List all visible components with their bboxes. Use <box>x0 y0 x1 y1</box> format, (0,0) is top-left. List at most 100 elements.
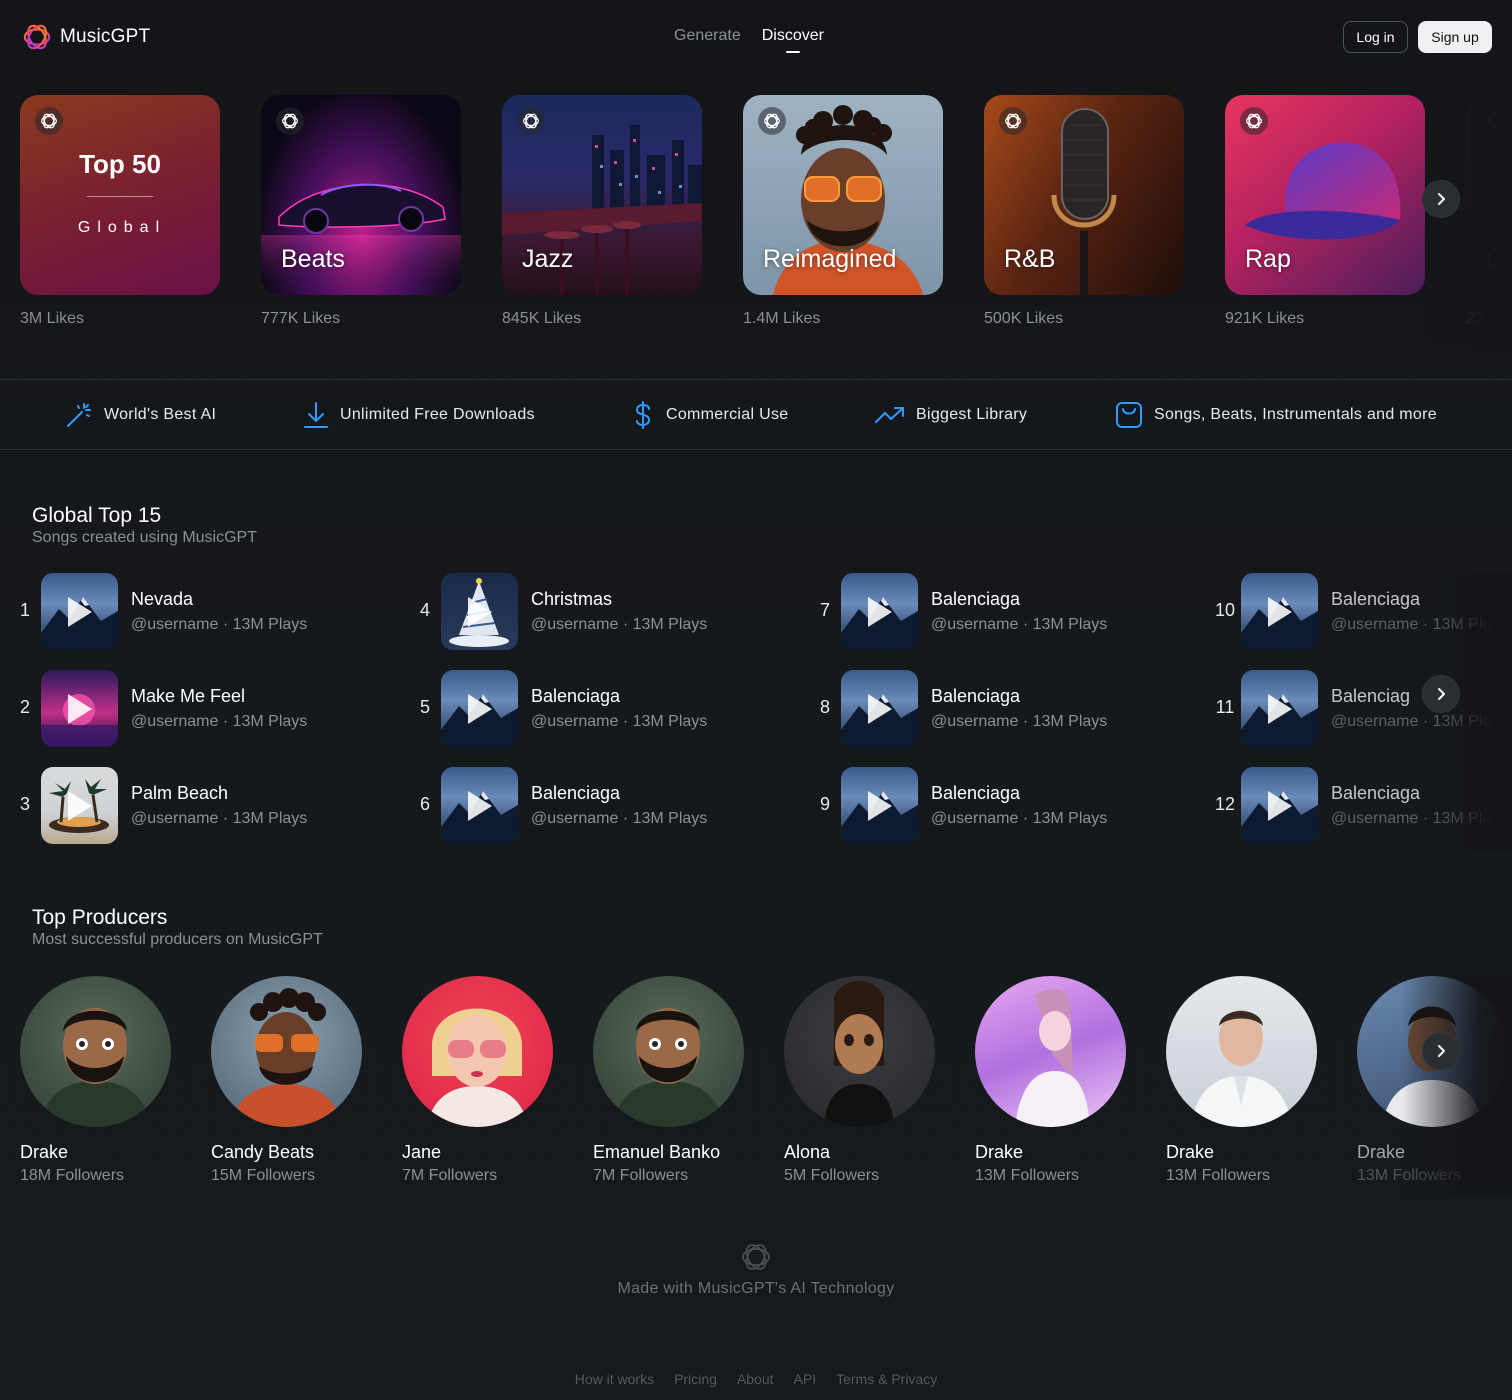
play-icon[interactable] <box>1268 791 1292 821</box>
song-thumbnail <box>41 573 118 650</box>
song-row[interactable]: 9 Balenciaga @username · 13M Plays <box>810 767 1200 845</box>
playlist-subtitle: Global <box>77 219 167 236</box>
playlist-cover: Cl <box>1466 95 1512 295</box>
musicgpt-badge-icon <box>999 107 1027 135</box>
playlist-title: R&B <box>1004 245 1056 273</box>
play-icon[interactable] <box>68 597 92 627</box>
song-thumbnail <box>1241 670 1318 747</box>
song-title: Nevada <box>131 589 194 609</box>
playlist-likes: 777K Likes <box>261 310 341 327</box>
song-row[interactable]: 10 Balenciaga @username · 13M Pla <box>1210 573 1512 651</box>
nav-discover[interactable]: Discover <box>762 27 824 45</box>
song-row[interactable]: 6 Balenciaga @username · 13M Plays <box>410 767 800 845</box>
producer-card[interactable]: Jane 7M Followers <box>402 976 572 1184</box>
musicgpt-badge-icon <box>276 107 304 135</box>
song-row[interactable]: 12 Balenciaga @username · 13M Pla <box>1210 767 1512 845</box>
footer-link-how-it-works[interactable]: How it works <box>575 1371 654 1387</box>
song-row[interactable]: 3 Palm Beach @username · 13M Plays <box>10 767 400 845</box>
producer-followers: 5M Followers <box>784 1167 880 1184</box>
producer-card[interactable]: Drake 13M Followers <box>975 976 1145 1184</box>
playlist-card-partial[interactable]: Cl 234K <box>1466 95 1512 327</box>
musicgpt-badge-icon <box>1240 107 1268 135</box>
song-row[interactable]: 11 Balenciag @username · 13M Pla <box>1210 670 1512 748</box>
producer-portrait-image <box>427 1008 528 1127</box>
play-icon[interactable] <box>1268 597 1292 627</box>
playlist-card-top50[interactable]: Top 50 Global 3M Likes <box>20 95 220 327</box>
carousel-next-button[interactable] <box>1422 180 1460 218</box>
playlist-likes: 845K Likes <box>502 310 582 327</box>
song-meta: @username · 13M Plays <box>531 616 708 633</box>
musicgpt-footer-logo-icon <box>742 1244 770 1270</box>
song-thumbnail <box>441 767 518 844</box>
producer-card[interactable]: Drake 13M Followers <box>1166 976 1336 1184</box>
producer-portrait-image <box>231 988 342 1127</box>
producers-next-button[interactable] <box>1422 1032 1460 1070</box>
avatar <box>211 976 362 1127</box>
playlist-title: Reimagined <box>763 245 897 273</box>
playlist-title: Rap <box>1245 245 1291 273</box>
feature-bar: World's Best AI Unlimited Free Downloads… <box>0 379 1512 450</box>
play-icon[interactable] <box>68 694 92 724</box>
playlist-likes: 500K Likes <box>984 310 1064 327</box>
producer-card[interactable]: Drake 18M Followers <box>20 976 190 1184</box>
song-row[interactable]: 5 Balenciaga @username · 13M Plays <box>410 670 800 748</box>
song-thumbnail <box>441 670 518 747</box>
producer-card[interactable]: Emanuel Banko 7M Followers <box>593 976 763 1184</box>
main-nav: Generate Discover <box>674 27 824 45</box>
footer-link-pricing[interactable]: Pricing <box>674 1371 717 1387</box>
song-row[interactable]: 2 Make Me Feel @username · 13M Plays <box>10 670 400 748</box>
song-title: Palm Beach <box>131 783 229 803</box>
playlist-card-reimagined[interactable]: Reimagined 1.4M Likes <box>743 95 943 327</box>
playlist-carousel: Top 50 Global 3M Likes Beats 777K Likes <box>20 95 1512 345</box>
footer-tagline: Made with MusicGPT's AI Technology <box>617 1280 895 1297</box>
song-row[interactable]: 4 Christmas @username · 13M Plays <box>410 573 800 651</box>
song-row[interactable]: 1 Nevada @username · 13M Plays <box>10 573 400 651</box>
download-icon <box>304 402 328 428</box>
footer-link-terms[interactable]: Terms & Privacy <box>836 1371 937 1387</box>
musicgpt-badge-icon <box>758 107 786 135</box>
song-row[interactable]: 7 Balenciaga @username · 13M Plays <box>810 573 1200 651</box>
shopping-bag-icon <box>1116 402 1142 428</box>
song-title: Balenciaga <box>531 783 621 803</box>
playlist-card-rnb[interactable]: R&B 500K Likes <box>984 95 1184 327</box>
song-rank: 12 <box>1214 794 1236 814</box>
signup-button[interactable]: Sign up <box>1418 21 1492 53</box>
play-icon[interactable] <box>468 597 492 627</box>
play-icon[interactable] <box>1268 694 1292 724</box>
songs-next-button[interactable] <box>1422 675 1460 713</box>
feature-label: Biggest Library <box>916 406 1028 423</box>
playlist-card-jazz[interactable]: Jazz 845K Likes <box>502 95 702 327</box>
feature-library: Biggest Library <box>874 380 1027 450</box>
login-button[interactable]: Log in <box>1343 21 1408 53</box>
nav-generate[interactable]: Generate <box>674 27 741 45</box>
producer-followers: 15M Followers <box>211 1167 316 1184</box>
dollar-icon <box>635 401 651 429</box>
song-rank: 9 <box>819 794 830 814</box>
playlist-cover: Jazz <box>502 95 702 295</box>
musicgpt-badge-icon <box>1481 107 1509 135</box>
producer-card[interactable]: Candy Beats 15M Followers <box>211 976 381 1184</box>
playlist-card-beats[interactable]: Beats 777K Likes <box>261 95 461 327</box>
playlist-card-rap[interactable]: Rap 921K Likes <box>1225 95 1425 327</box>
song-meta: @username · 13M Pla <box>1331 810 1492 827</box>
song-thumbnail <box>841 670 918 747</box>
footer-link-about[interactable]: About <box>737 1371 774 1387</box>
play-icon[interactable] <box>468 791 492 821</box>
chevron-right-icon <box>1438 1045 1445 1057</box>
play-icon[interactable] <box>868 694 892 724</box>
producer-followers: 13M Followers <box>975 1167 1080 1184</box>
play-icon[interactable] <box>868 791 892 821</box>
feature-label: Songs, Beats, Instrumentals and more <box>1154 406 1437 423</box>
producer-portrait-image <box>40 1008 151 1127</box>
song-row[interactable]: 8 Balenciaga @username · 13M Plays <box>810 670 1200 748</box>
play-icon[interactable] <box>468 694 492 724</box>
chevron-right-icon <box>1438 688 1445 700</box>
producer-card[interactable]: Alona 5M Followers <box>784 976 954 1184</box>
song-title: Balenciag <box>1331 686 1411 706</box>
play-icon[interactable] <box>68 791 92 821</box>
play-icon[interactable] <box>868 597 892 627</box>
brand-logo[interactable]: MusicGPT <box>22 22 150 52</box>
footer-link-api[interactable]: API <box>794 1371 817 1387</box>
feature-downloads: Unlimited Free Downloads <box>302 380 535 450</box>
playlist-title: Top 50 <box>79 149 161 179</box>
